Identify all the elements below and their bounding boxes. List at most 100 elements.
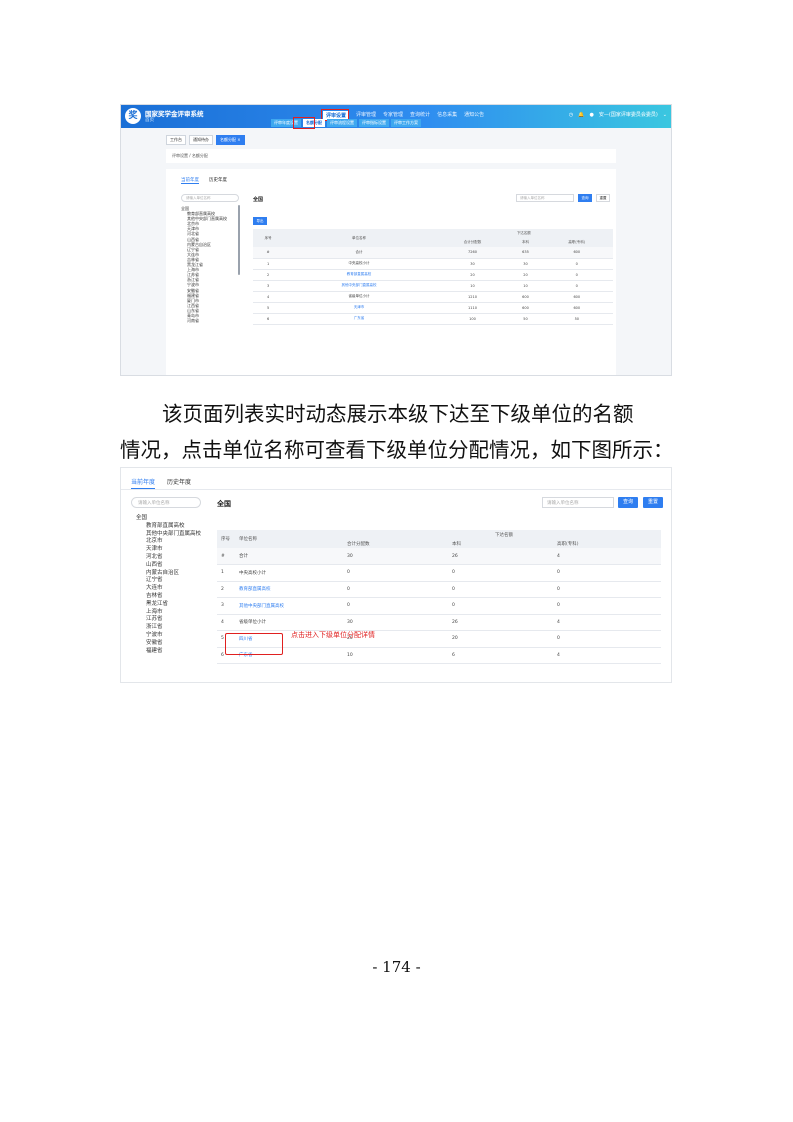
tree-item[interactable]: 辽宁省 (131, 577, 201, 585)
table-row: 3 其他中央部门直属高校 10 10 0 (253, 280, 613, 292)
col-header-undergrad: 本科 (510, 238, 541, 247)
table-cell: 2 (217, 581, 235, 598)
table-cell: 20 (510, 269, 541, 281)
nav-item-notices[interactable]: 通知公告 (464, 111, 484, 120)
region-title: 全国 (217, 500, 231, 508)
export-button[interactable]: 导出 (253, 217, 267, 225)
unit-name-link[interactable]: 其他中央部门直属高校 (283, 280, 435, 292)
tree-item[interactable]: 内蒙古自治区 (131, 570, 201, 578)
table-row: 1 中央高校小计 0 0 0 (217, 564, 661, 582)
subnav-item-process[interactable]: 评审流程设置 (327, 119, 357, 127)
unit-name: 合计 (235, 548, 343, 565)
unit-name-link[interactable]: 其他中央部门直属高校 (235, 597, 343, 615)
table-cell: 4 (553, 647, 661, 664)
table-cell: 0 (553, 597, 661, 615)
tree-item[interactable]: 浙江省 (131, 624, 201, 632)
highlight-box-subnav (293, 117, 315, 129)
chevron-down-icon[interactable]: ⌄ (663, 112, 667, 118)
clock-icon[interactable]: ◷ (569, 112, 573, 118)
unit-name-link[interactable]: 天津市 (283, 302, 435, 314)
table-row: 1 中央高校小计 30 30 0 (253, 258, 613, 270)
table-cell: 0 (448, 597, 553, 615)
table-cell: 0 (553, 564, 661, 582)
table-row: 5 四川省 20 20 0 (217, 630, 661, 648)
table-cell: 0 (343, 564, 448, 582)
tree-item-root[interactable]: 全国 (131, 515, 201, 523)
tab-history-year[interactable]: 历史年度 (209, 177, 227, 184)
tree-list: 全国 教育部直属高校 其他中央部门直属高校 北京市 天津市 河北省 山西省 内蒙古自治区 辽宁省… (131, 515, 201, 655)
unit-name-link[interactable]: 广东省 (283, 313, 435, 325)
subnav-item-index[interactable]: 评审指标设置 (359, 119, 389, 127)
tab-current-year[interactable]: 当前年度 (181, 177, 199, 184)
tree-item[interactable]: 其他中央部门直属高校 (131, 531, 201, 539)
tree-item[interactable]: 大连市 (131, 585, 201, 593)
table-cell: 10 (343, 647, 448, 664)
tab-history-year[interactable]: 历史年度 (167, 477, 191, 489)
table-cell: 1 (253, 258, 284, 270)
unit-name-link[interactable]: 教育部直属高校 (235, 581, 343, 598)
tree-item[interactable]: 河北省 (131, 554, 201, 562)
bell-icon[interactable]: 🔔 (578, 112, 584, 118)
table-cell: 26 (448, 548, 553, 565)
tab-workbench[interactable]: 工作台 (166, 135, 186, 145)
table-cell: 30 (343, 614, 448, 631)
year-tabs: 当前年度 历史年度 (181, 177, 227, 184)
app-subtitle[interactable]: 首页 (145, 117, 154, 123)
table-cell: 30 (343, 548, 448, 565)
tree-item[interactable]: 上海市 (131, 609, 201, 617)
tree-scrollbar[interactable] (238, 205, 240, 275)
reset-button[interactable]: 重置 (596, 194, 610, 202)
tree-search-input[interactable]: 请输入单位名称 (181, 194, 239, 202)
body-text-line-2: 情况，点击单位名称可查看下级单位分配情况，如下图所示： (120, 438, 674, 462)
table-cell: 4 (253, 291, 284, 303)
col-header-unit: 单位名称 (283, 229, 435, 247)
tree-item[interactable]: 天津市 (131, 546, 201, 554)
unit-name-link[interactable]: 教育部直属高校 (283, 269, 435, 281)
tab-todo[interactable]: 通知待办 (189, 135, 213, 145)
query-button[interactable]: 查询 (618, 497, 638, 508)
page-number: - 174 - (372, 958, 421, 976)
tree-item[interactable]: 教育部直属高校 (131, 523, 201, 531)
table-cell: 3 (253, 280, 284, 292)
col-header-quota: 下达名额 (343, 530, 661, 539)
tree-item[interactable]: 安徽省 (131, 640, 201, 648)
tree-item[interactable]: 福建省 (131, 648, 201, 656)
year-tabs: 当前年度 历史年度 (131, 477, 191, 489)
query-button[interactable]: 查询 (578, 194, 592, 202)
reset-button[interactable]: 重置 (643, 497, 663, 508)
tree-item[interactable]: 江苏省 (131, 616, 201, 624)
tree-item[interactable]: 宁波市 (131, 632, 201, 640)
unit-search-input[interactable]: 请输入单位名称 (542, 497, 614, 508)
table-cell: 20 (448, 630, 553, 648)
nav-item-info-collection[interactable]: 信息采集 (437, 111, 457, 120)
table-cell: 1210 (434, 291, 511, 303)
tab-quota[interactable]: 名额分配 × (216, 135, 245, 145)
table-cell: 1 (217, 564, 235, 582)
tree-item[interactable]: 吉林省 (131, 593, 201, 601)
user-name[interactable]: 安—(国家评审委员会委员) (599, 111, 658, 118)
col-header-undergrad: 本科 (448, 539, 553, 548)
subnav-item-plan[interactable]: 评审工作方案 (391, 119, 421, 127)
highlight-box-unit (225, 633, 283, 655)
table-cell: 0 (540, 258, 613, 270)
unit-name: 省级单位小计 (235, 614, 343, 631)
body-text-line-1: 该页面列表实时动态展示本级下达至下级单位的名额 (162, 402, 634, 426)
tree-item[interactable]: 山西省 (131, 562, 201, 570)
table-cell: 3 (217, 597, 235, 615)
table-cell: 50 (510, 313, 541, 325)
tree-search-input[interactable]: 请输入单位名称 (131, 497, 201, 508)
region-title: 全国 (253, 197, 264, 203)
tree-item[interactable]: 河南省 (181, 318, 241, 323)
tree-item[interactable]: 黑龙江省 (131, 601, 201, 609)
table-cell: 600 (540, 247, 613, 259)
unit-tree: 请输入单位名称 全国 教育部直属高校 其他中央部门直属高校 北京市 天津市 河北省 山西省内… (181, 194, 241, 323)
table-cell: 6 (253, 313, 284, 325)
page-tabs: 工作台 通知待办 名额分配 × (166, 135, 616, 145)
unit-search-input[interactable]: 请输入单位名称 (516, 194, 574, 202)
table-cell: # (253, 247, 284, 259)
table-cell: 0 (553, 630, 661, 648)
table-cell: 0 (448, 564, 553, 582)
table-row: 4 省级单位小计 30 26 4 (217, 614, 661, 631)
tree-item[interactable]: 北京市 (131, 538, 201, 546)
tab-current-year[interactable]: 当前年度 (131, 477, 156, 489)
